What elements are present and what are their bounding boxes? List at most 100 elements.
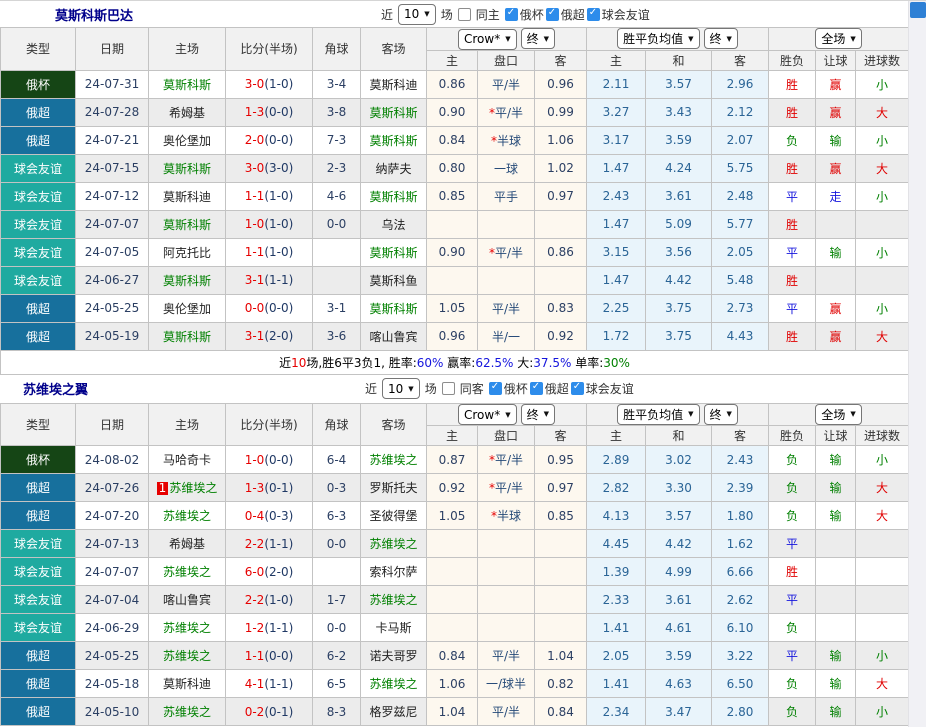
league-badge: 球会友谊 bbox=[1, 154, 76, 182]
filter-bar: 近10▼场同客俄杯俄超球会友谊 bbox=[362, 375, 634, 403]
halftime-score: (2-0) bbox=[264, 329, 293, 343]
vertical-scrollbar[interactable] bbox=[908, 1, 926, 727]
column-header: 日期 bbox=[76, 28, 149, 71]
filter-bar: 近10▼场同主俄杯俄超球会友谊 bbox=[378, 1, 650, 27]
odds-stage-select[interactable]: 终▼ bbox=[521, 28, 555, 49]
away-odds: 0.83 bbox=[535, 294, 587, 322]
column-header: 比分(半场) bbox=[226, 403, 313, 446]
fulltime-score: 1-1 bbox=[245, 245, 265, 259]
match-result: 负 bbox=[769, 502, 816, 530]
away-odds: 1.04 bbox=[535, 642, 587, 670]
goals-result bbox=[856, 530, 909, 558]
match-row: 俄超24-05-25苏维埃之1-1(0-0)6-2诺夫哥罗0.84平/半1.04… bbox=[1, 642, 909, 670]
handicap-result bbox=[816, 586, 856, 614]
home-team-name: 莫斯科斯 bbox=[163, 78, 211, 92]
home-team-name: 莫斯科斯 bbox=[163, 218, 211, 232]
league-filter-label: 球会友谊 bbox=[602, 6, 650, 23]
match-row: 球会友谊24-07-13希姆基2-2(1-1)0-0苏维埃之4.454.421.… bbox=[1, 530, 909, 558]
handicap-line: 平/半 bbox=[478, 294, 535, 322]
handicap-line bbox=[478, 530, 535, 558]
recent-count-select[interactable]: 10▼ bbox=[382, 378, 420, 399]
avg-type-select[interactable]: 胜平负均值▼ bbox=[617, 28, 699, 49]
league-checkbox-2[interactable] bbox=[571, 382, 584, 395]
corners bbox=[313, 558, 361, 586]
match-date: 24-07-13 bbox=[76, 530, 149, 558]
match-date: 24-05-10 bbox=[76, 698, 149, 726]
home-odds bbox=[427, 586, 478, 614]
home-team-name: 希姆基 bbox=[169, 106, 205, 120]
league-badge: 球会友谊 bbox=[1, 266, 76, 294]
avg-type-select[interactable]: 胜平负均值▼ bbox=[617, 404, 699, 425]
odds-company-select[interactable]: Crow*▼ bbox=[458, 404, 517, 425]
away-team: 苏维埃之 bbox=[361, 530, 427, 558]
odds-stage-select-value: 终 bbox=[527, 30, 539, 47]
corners bbox=[313, 238, 361, 266]
scope-select[interactable]: 全场▼ bbox=[815, 28, 861, 49]
away-odds: 1.02 bbox=[535, 154, 587, 182]
corners: 0-3 bbox=[313, 474, 361, 502]
match-result: 负 bbox=[769, 474, 816, 502]
avg-draw-odds: 3.59 bbox=[646, 126, 712, 154]
match-row: 俄超24-05-18莫斯科迪4-1(1-1)6-5苏维埃之1.06一/球半0.8… bbox=[1, 670, 909, 698]
odds-stage-select[interactable]: 终▼ bbox=[521, 404, 555, 425]
away-odds: 0.86 bbox=[535, 238, 587, 266]
league-checkbox-2[interactable] bbox=[587, 8, 600, 21]
handicap-result bbox=[816, 530, 856, 558]
goals-result: 小 bbox=[856, 698, 909, 726]
summary-text: 10 bbox=[291, 356, 306, 370]
scrollbar-thumb[interactable] bbox=[910, 2, 926, 18]
avg-stage-select[interactable]: 终▼ bbox=[704, 28, 738, 49]
avg-draw-odds: 3.43 bbox=[646, 98, 712, 126]
handicap-result: 输 bbox=[816, 698, 856, 726]
halftime-score: (0-1) bbox=[264, 705, 293, 719]
same-venue-label: 同主 bbox=[476, 6, 500, 23]
handicap-text: 平/半 bbox=[492, 78, 520, 92]
avg-lose-odds: 2.39 bbox=[712, 474, 769, 502]
recent-count-select[interactable]: 10▼ bbox=[398, 4, 436, 25]
column-header: 类型 bbox=[1, 403, 76, 446]
home-odds bbox=[427, 530, 478, 558]
halftime-score: (1-0) bbox=[264, 593, 293, 607]
section-header: 莫斯科斯巴达近10▼场同主俄杯俄超球会友谊 bbox=[0, 1, 908, 27]
rank-badge: 1 bbox=[157, 482, 169, 495]
summary-text: 大: bbox=[513, 356, 533, 370]
handicap-line: *平/半 bbox=[478, 474, 535, 502]
away-team: 莫斯科斯 bbox=[361, 294, 427, 322]
match-result: 平 bbox=[769, 586, 816, 614]
summary-text: 60% bbox=[417, 356, 444, 370]
match-row: 球会友谊24-07-04喀山鲁宾2-2(1-0)1-7苏维埃之2.333.612… bbox=[1, 586, 909, 614]
avg-lose-odds: 2.73 bbox=[712, 294, 769, 322]
scope-select[interactable]: 全场▼ bbox=[815, 404, 861, 425]
avg-lose-odds: 1.80 bbox=[712, 502, 769, 530]
league-checkbox-0[interactable] bbox=[505, 8, 518, 21]
sub-column-header: 让球 bbox=[816, 50, 856, 70]
league-checkbox-1[interactable] bbox=[530, 382, 543, 395]
sub-column-header: 胜负 bbox=[769, 50, 816, 70]
goals-result bbox=[856, 558, 909, 586]
halftime-score: (0-0) bbox=[264, 105, 293, 119]
recent-count-select-value: 10 bbox=[404, 7, 419, 21]
odds-company-select[interactable]: Crow*▼ bbox=[458, 29, 517, 50]
match-row: 俄杯24-08-02马哈奇卡1-0(0-0)6-4苏维埃之0.87*平/半0.9… bbox=[1, 446, 909, 474]
league-checkbox-0[interactable] bbox=[489, 382, 502, 395]
avg-stage-select[interactable]: 终▼ bbox=[704, 404, 738, 425]
avg-lose-odds: 5.75 bbox=[712, 154, 769, 182]
league-checkbox-1[interactable] bbox=[546, 8, 559, 21]
handicap-result: 赢 bbox=[816, 322, 856, 350]
chevron-down-icon: ▼ bbox=[850, 410, 855, 418]
avg-draw-odds: 4.24 bbox=[646, 154, 712, 182]
away-team: 圣彼得堡 bbox=[361, 502, 427, 530]
league-badge: 俄超 bbox=[1, 642, 76, 670]
same-venue-checkbox[interactable] bbox=[442, 382, 455, 395]
summary-cell: 近10场,胜6平3负1, 胜率:60% 赢率:62.5% 大:37.5% 单率:… bbox=[1, 350, 909, 374]
handicap-text: 半/一 bbox=[492, 330, 520, 344]
avg-type-select-value: 胜平负均值 bbox=[623, 406, 683, 423]
avg-lose-odds: 6.66 bbox=[712, 558, 769, 586]
match-result: 负 bbox=[769, 126, 816, 154]
league-badge: 俄超 bbox=[1, 294, 76, 322]
same-venue-checkbox[interactable] bbox=[458, 8, 471, 21]
fulltime-score: 6-0 bbox=[245, 565, 265, 579]
away-odds bbox=[535, 558, 587, 586]
score: 0-2(0-1) bbox=[226, 698, 313, 726]
home-team-name: 莫斯科斯 bbox=[163, 274, 211, 288]
